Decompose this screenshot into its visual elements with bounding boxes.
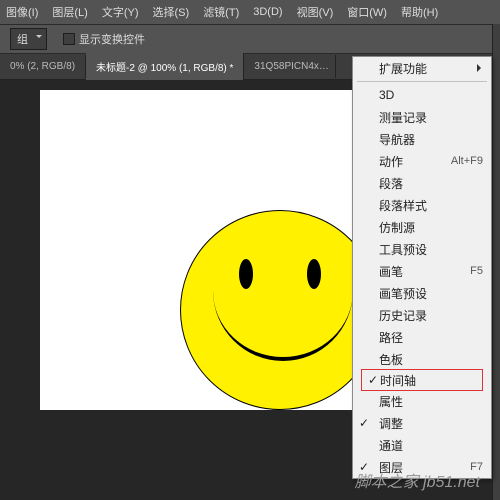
menu-window[interactable]: 窗口(W) — [347, 4, 387, 20]
menu-select[interactable]: 选择(S) — [153, 4, 190, 20]
chevron-right-icon — [477, 64, 485, 72]
smiley-face — [180, 210, 380, 410]
mi-label: 段落样式 — [379, 197, 427, 214]
mi-路径[interactable]: 路径 — [353, 326, 491, 348]
mi-label: 通道 — [379, 437, 403, 454]
mi-shortcut: F5 — [470, 265, 483, 277]
mi-label: 3D — [379, 88, 394, 102]
mi-导航器[interactable]: 导航器 — [353, 128, 491, 150]
menu-image[interactable]: 图像(I) — [6, 4, 38, 20]
doc-tab-2[interactable]: 31Q58PICN4x… — [244, 55, 336, 78]
right-toolbar — [492, 24, 500, 500]
smile — [213, 271, 353, 361]
mi-label: 历史记录 — [379, 307, 427, 324]
menu-3d[interactable]: 3D(D) — [253, 6, 282, 18]
mi-label: 导航器 — [379, 131, 415, 148]
check-icon: ✓ — [359, 416, 369, 430]
mi-工具预设[interactable]: 工具预设 — [353, 238, 491, 260]
menubar: 图像(I) 图层(L) 文字(Y) 选择(S) 滤镜(T) 3D(D) 视图(V… — [0, 0, 500, 24]
mi-属性[interactable]: 属性 — [353, 390, 491, 412]
mi-label: 动作 — [379, 153, 403, 170]
mi-段落样式[interactable]: 段落样式 — [353, 194, 491, 216]
doc-tab-1[interactable]: 未标题-2 @ 100% (1, RGB/8) * — [86, 53, 244, 80]
transform-label: 显示变换控件 — [79, 31, 145, 47]
mi-label: 测量记录 — [379, 109, 427, 126]
mi-3D[interactable]: 3D — [353, 84, 491, 106]
mi-label: 色板 — [379, 351, 403, 368]
mi-label: 画笔预设 — [379, 285, 427, 302]
mi-画笔[interactable]: 画笔 F5 — [353, 260, 491, 282]
mi-段落[interactable]: 段落 — [353, 172, 491, 194]
menu-sep — [357, 81, 487, 82]
mi-仿制源[interactable]: 仿制源 — [353, 216, 491, 238]
menu-type[interactable]: 文字(Y) — [102, 4, 139, 20]
canvas[interactable] — [40, 90, 380, 410]
mi-画笔预设[interactable]: 画笔预设 — [353, 282, 491, 304]
watermark: 脚本之家 jb51.net — [355, 468, 480, 492]
mi-label: 时间轴 — [380, 372, 416, 389]
mi-label: 调整 — [379, 415, 403, 432]
menu-help[interactable]: 帮助(H) — [401, 4, 438, 20]
mi-通道[interactable]: 通道 — [353, 434, 491, 456]
mi-label: 扩展功能 — [379, 60, 427, 77]
mi-shortcut: Alt+F9 — [451, 155, 483, 167]
mi-extensions[interactable]: 扩展功能 — [353, 57, 491, 79]
mi-时间轴[interactable]: ✓时间轴 — [361, 369, 483, 391]
mi-label: 属性 — [379, 393, 403, 410]
mi-测量记录[interactable]: 测量记录 — [353, 106, 491, 128]
window-menu: 扩展功能 3D测量记录导航器动作Alt+F9段落段落样式仿制源工具预设画笔F5画… — [352, 56, 492, 479]
menu-layer[interactable]: 图层(L) — [52, 4, 87, 20]
transform-checkbox[interactable] — [63, 33, 75, 45]
app-window: 图像(I) 图层(L) 文字(Y) 选择(S) 滤镜(T) 3D(D) 视图(V… — [0, 0, 500, 500]
mi-label: 画笔 — [379, 263, 403, 280]
mi-动作[interactable]: 动作 Alt+F9 — [353, 150, 491, 172]
mi-label: 段落 — [379, 175, 403, 192]
doc-tab-0[interactable]: 0% (2, RGB/8) — [0, 55, 86, 78]
mi-调整[interactable]: ✓ 调整 — [353, 412, 491, 434]
menu-view[interactable]: 视图(V) — [297, 4, 334, 20]
menu-filter[interactable]: 滤镜(T) — [203, 4, 239, 20]
mi-label: 仿制源 — [379, 219, 415, 236]
check-icon: ✓ — [368, 373, 378, 387]
options-bar: 组 显示变换控件 — [0, 24, 500, 54]
group-select[interactable]: 组 — [10, 28, 47, 50]
mi-历史记录[interactable]: 历史记录 — [353, 304, 491, 326]
mi-色板[interactable]: 色板 — [353, 348, 491, 370]
mi-label: 工具预设 — [379, 241, 427, 258]
mi-label: 路径 — [379, 329, 403, 346]
